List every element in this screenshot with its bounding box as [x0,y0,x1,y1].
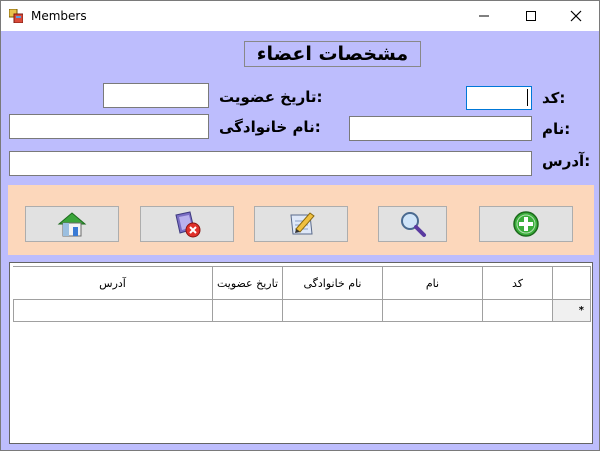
maximize-icon [526,11,536,21]
column-header-name[interactable]: نام [383,266,483,300]
row-header-corner [553,266,591,300]
edit-button[interactable] [254,206,348,242]
home-button[interactable] [25,206,119,242]
maximize-button[interactable] [508,1,554,31]
minimize-icon [479,15,489,17]
new-row-membership-date-cell[interactable] [213,300,283,322]
form-heading: مشخصات اعضاء [244,41,421,67]
address-input[interactable] [9,151,532,176]
column-header-membership-date[interactable]: تاریخ عضویت [213,266,283,300]
address-label: آدرس: [542,152,591,170]
code-input[interactable] [466,86,532,110]
code-label: کد: [542,89,566,107]
family-name-input[interactable] [9,114,209,139]
action-toolbar [8,185,594,255]
column-header-code[interactable]: کد [483,266,553,300]
members-window: Members مشخصات اعضاء کد: تاریخ عضویت: نا… [0,0,600,451]
name-input[interactable] [349,116,532,141]
search-button[interactable] [378,206,447,242]
membership-date-input[interactable] [103,83,209,108]
column-header-address[interactable]: آدرس [13,266,213,300]
app-icon [9,9,23,23]
home-icon [57,212,87,237]
search-icon [400,212,426,237]
family-name-label: نام خانوادگی: [219,118,321,136]
add-icon [513,211,539,237]
name-label: نام: [542,120,571,138]
delete-icon [175,211,201,238]
title-bar: Members [1,1,599,31]
column-header-family-name[interactable]: نام خانوادگی [283,266,383,300]
edit-icon [290,212,315,235]
window-title: Members [31,9,87,23]
members-grid[interactable]: آدرس تاریخ عضویت نام خانوادگی نام کد * [9,262,593,444]
new-row-marker[interactable]: * [553,300,591,322]
new-row-name-cell[interactable] [383,300,483,322]
membership-date-label: تاریخ عضویت: [219,88,323,106]
new-row-family-name-cell[interactable] [283,300,383,322]
close-button[interactable] [553,1,599,31]
new-row-code-cell[interactable] [483,300,553,322]
new-row-address-cell[interactable] [13,300,213,322]
text-caret [527,89,528,106]
minimize-button[interactable] [461,1,507,31]
close-icon [570,10,582,22]
delete-button[interactable] [140,206,234,242]
add-button[interactable] [479,206,573,242]
